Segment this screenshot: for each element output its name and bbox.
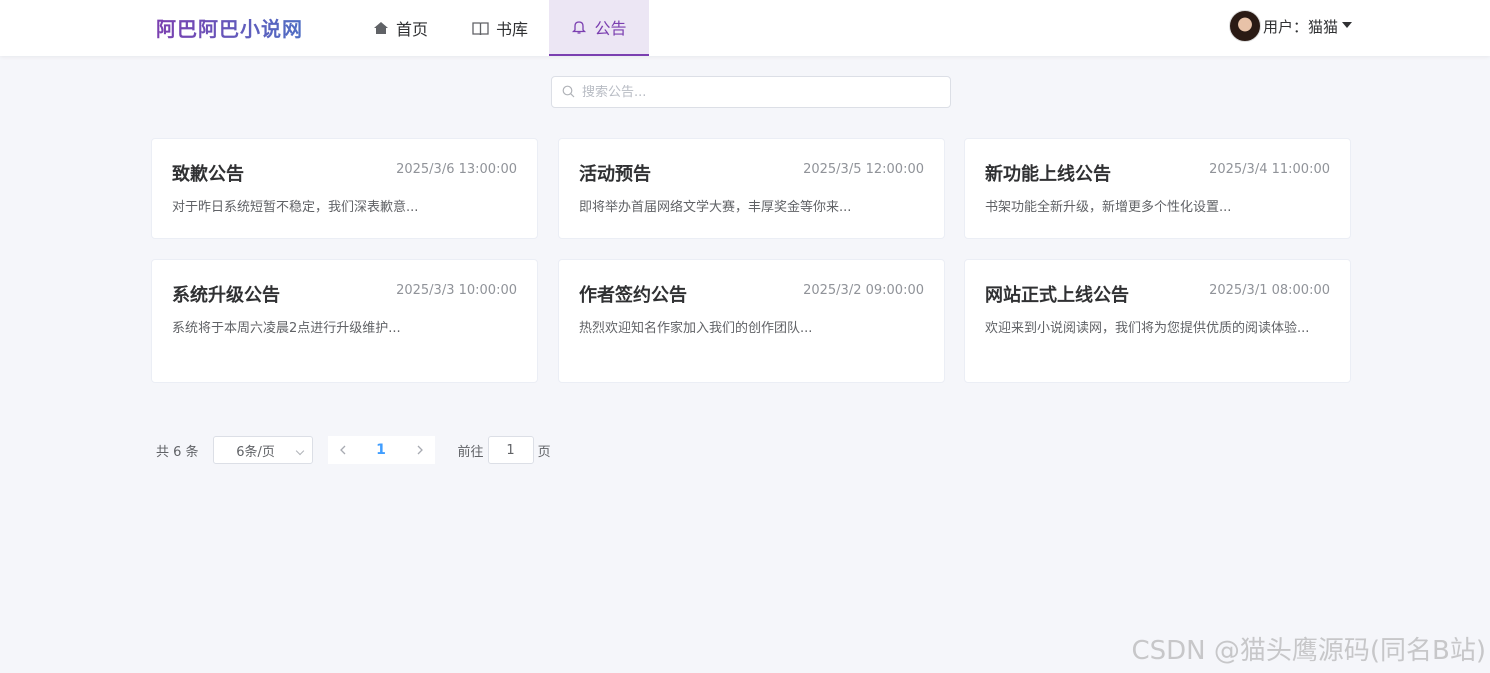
prev-page-button[interactable] — [327, 436, 358, 464]
notice-desc: 欢迎来到小说阅读网，我们将为您提供优质的阅读体验... — [985, 321, 1310, 336]
avatar[interactable] — [1229, 10, 1261, 42]
chevron-down-icon — [295, 446, 304, 456]
notice-card[interactable]: 网站正式上线公告 2025/3/1 08:00:00 欢迎来到小说阅读网，我们将… — [964, 259, 1351, 383]
nav-label-home: 首页 — [396, 20, 429, 39]
pagination-total: 共 6 条 — [156, 444, 199, 460]
page-unit-label: 页 — [537, 444, 551, 460]
notice-title: 作者签约公告 — [579, 285, 687, 306]
nav-label-notice: 公告 — [594, 19, 627, 38]
notice-time: 2025/3/6 13:00:00 — [396, 162, 517, 177]
nav-item-home[interactable]: 首页 — [351, 0, 450, 56]
notice-card[interactable]: 新功能上线公告 2025/3/4 11:00:00 书架功能全新升级，新增更多个… — [964, 138, 1351, 239]
caret-down-icon — [1342, 22, 1353, 28]
notice-title: 新功能上线公告 — [985, 164, 1111, 185]
notice-desc: 系统将于本周六凌晨2点进行升级维护... — [172, 321, 401, 336]
notice-card[interactable]: 活动预告 2025/3/5 12:00:00 即将举办首届网络文学大赛，丰厚奖金… — [558, 138, 945, 239]
next-page-button[interactable] — [404, 436, 435, 464]
goto-page-input[interactable] — [487, 436, 534, 464]
notice-title: 系统升级公告 — [172, 285, 280, 306]
notice-desc: 即将举办首届网络文学大赛，丰厚奖金等你来... — [579, 200, 852, 215]
notice-time: 2025/3/4 11:00:00 — [1209, 162, 1330, 177]
notice-desc: 热烈欢迎知名作家加入我们的创作团队... — [579, 321, 813, 336]
book-icon — [472, 21, 489, 36]
notice-card[interactable]: 系统升级公告 2025/3/3 10:00:00 系统将于本周六凌晨2点进行升级… — [151, 259, 538, 383]
nav-item-notice[interactable]: 公告 — [549, 0, 649, 56]
notice-title: 网站正式上线公告 — [985, 285, 1129, 306]
home-icon — [373, 20, 389, 36]
notice-time: 2025/3/2 09:00:00 — [803, 283, 924, 298]
notice-title: 活动预告 — [579, 164, 651, 185]
search-input[interactable] — [582, 84, 922, 100]
search-icon — [562, 83, 575, 102]
nav-label-library: 书库 — [496, 20, 529, 39]
page-size-select[interactable]: 6条/页 — [212, 436, 313, 464]
notice-time: 2025/3/3 10:00:00 — [396, 283, 517, 298]
notice-card[interactable]: 作者签约公告 2025/3/2 09:00:00 热烈欢迎知名作家加入我们的创作… — [558, 259, 945, 383]
notice-card[interactable]: 致歉公告 2025/3/6 13:00:00 对于昨日系统短暂不稳定，我们深表歉… — [151, 138, 538, 239]
user-label: 用户：猫猫 — [1263, 17, 1339, 36]
goto-page: 前往 页 — [458, 436, 551, 464]
search-box[interactable] — [551, 76, 951, 108]
user-menu[interactable]: 用户：猫猫 — [1229, 10, 1353, 42]
notice-desc: 对于昨日系统短暂不稳定，我们深表歉意... — [172, 200, 419, 215]
page-size-value: 6条/页 — [236, 444, 275, 460]
top-header: 阿巴阿巴小说网 首页 书库 公告 用户：猫猫 — [0, 0, 1490, 56]
pagination: 共 6 条 6条/页 1 前往 页 — [156, 435, 551, 465]
watermark: CSDN @猫头鹰源码(同名B站) — [1131, 636, 1486, 666]
nav-item-library[interactable]: 书库 — [450, 0, 550, 56]
goto-label: 前往 — [457, 444, 484, 460]
notice-time: 2025/3/1 08:00:00 — [1209, 283, 1330, 298]
notice-time: 2025/3/5 12:00:00 — [803, 162, 924, 177]
notice-title: 致歉公告 — [172, 164, 244, 185]
bell-icon — [571, 19, 587, 35]
notice-desc: 书架功能全新升级，新增更多个性化设置... — [985, 200, 1232, 215]
page-number-current[interactable]: 1 — [357, 436, 405, 464]
site-logo[interactable]: 阿巴阿巴小说网 — [156, 13, 303, 42]
